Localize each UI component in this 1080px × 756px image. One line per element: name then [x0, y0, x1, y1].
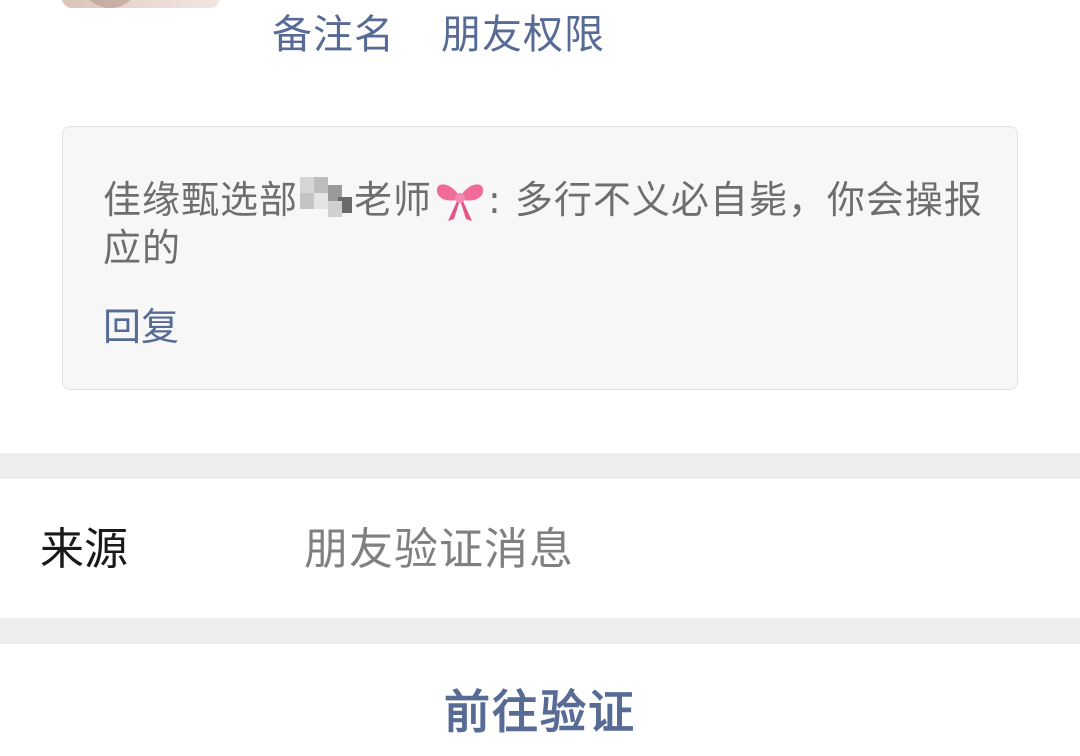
- verify-row: 前往验证: [0, 644, 1080, 756]
- contact-actions: 备注名 朋友权限: [272, 10, 605, 60]
- source-value: 朋友验证消息: [304, 524, 574, 575]
- avatar-image-shade: [80, 0, 140, 8]
- verification-message-card: 佳缘甄选部 老师: 多行不义必自毙，你会操报应的 回复: [62, 126, 1018, 390]
- pink-bow-icon: [436, 184, 484, 221]
- sender-name-prefix: 佳缘甄选部: [103, 178, 299, 222]
- redacted-mosaic-icon: [300, 175, 353, 221]
- source-row: 来源 朋友验证消息: [0, 479, 1080, 618]
- verification-message-text: 佳缘甄选部 老师: 多行不义必自毙，你会操报应的: [103, 175, 983, 272]
- friend-permissions-link[interactable]: 朋友权限: [441, 10, 605, 60]
- remark-name-link[interactable]: 备注名: [272, 10, 395, 60]
- avatar[interactable]: [62, 0, 220, 8]
- reply-link[interactable]: 回复: [103, 303, 179, 351]
- contact-verification-screen: 备注名 朋友权限 佳缘甄选部 老师: 多行不义必自毙，你会操报应的 回复 来源 朋…: [0, 0, 1080, 756]
- section-divider: [0, 618, 1080, 644]
- message-separator: :: [488, 178, 502, 222]
- go-verify-button[interactable]: 前往验证: [0, 682, 1080, 742]
- sender-name-suffix: 老师: [354, 178, 433, 222]
- section-divider: [0, 453, 1080, 479]
- source-label: 来源: [40, 524, 128, 575]
